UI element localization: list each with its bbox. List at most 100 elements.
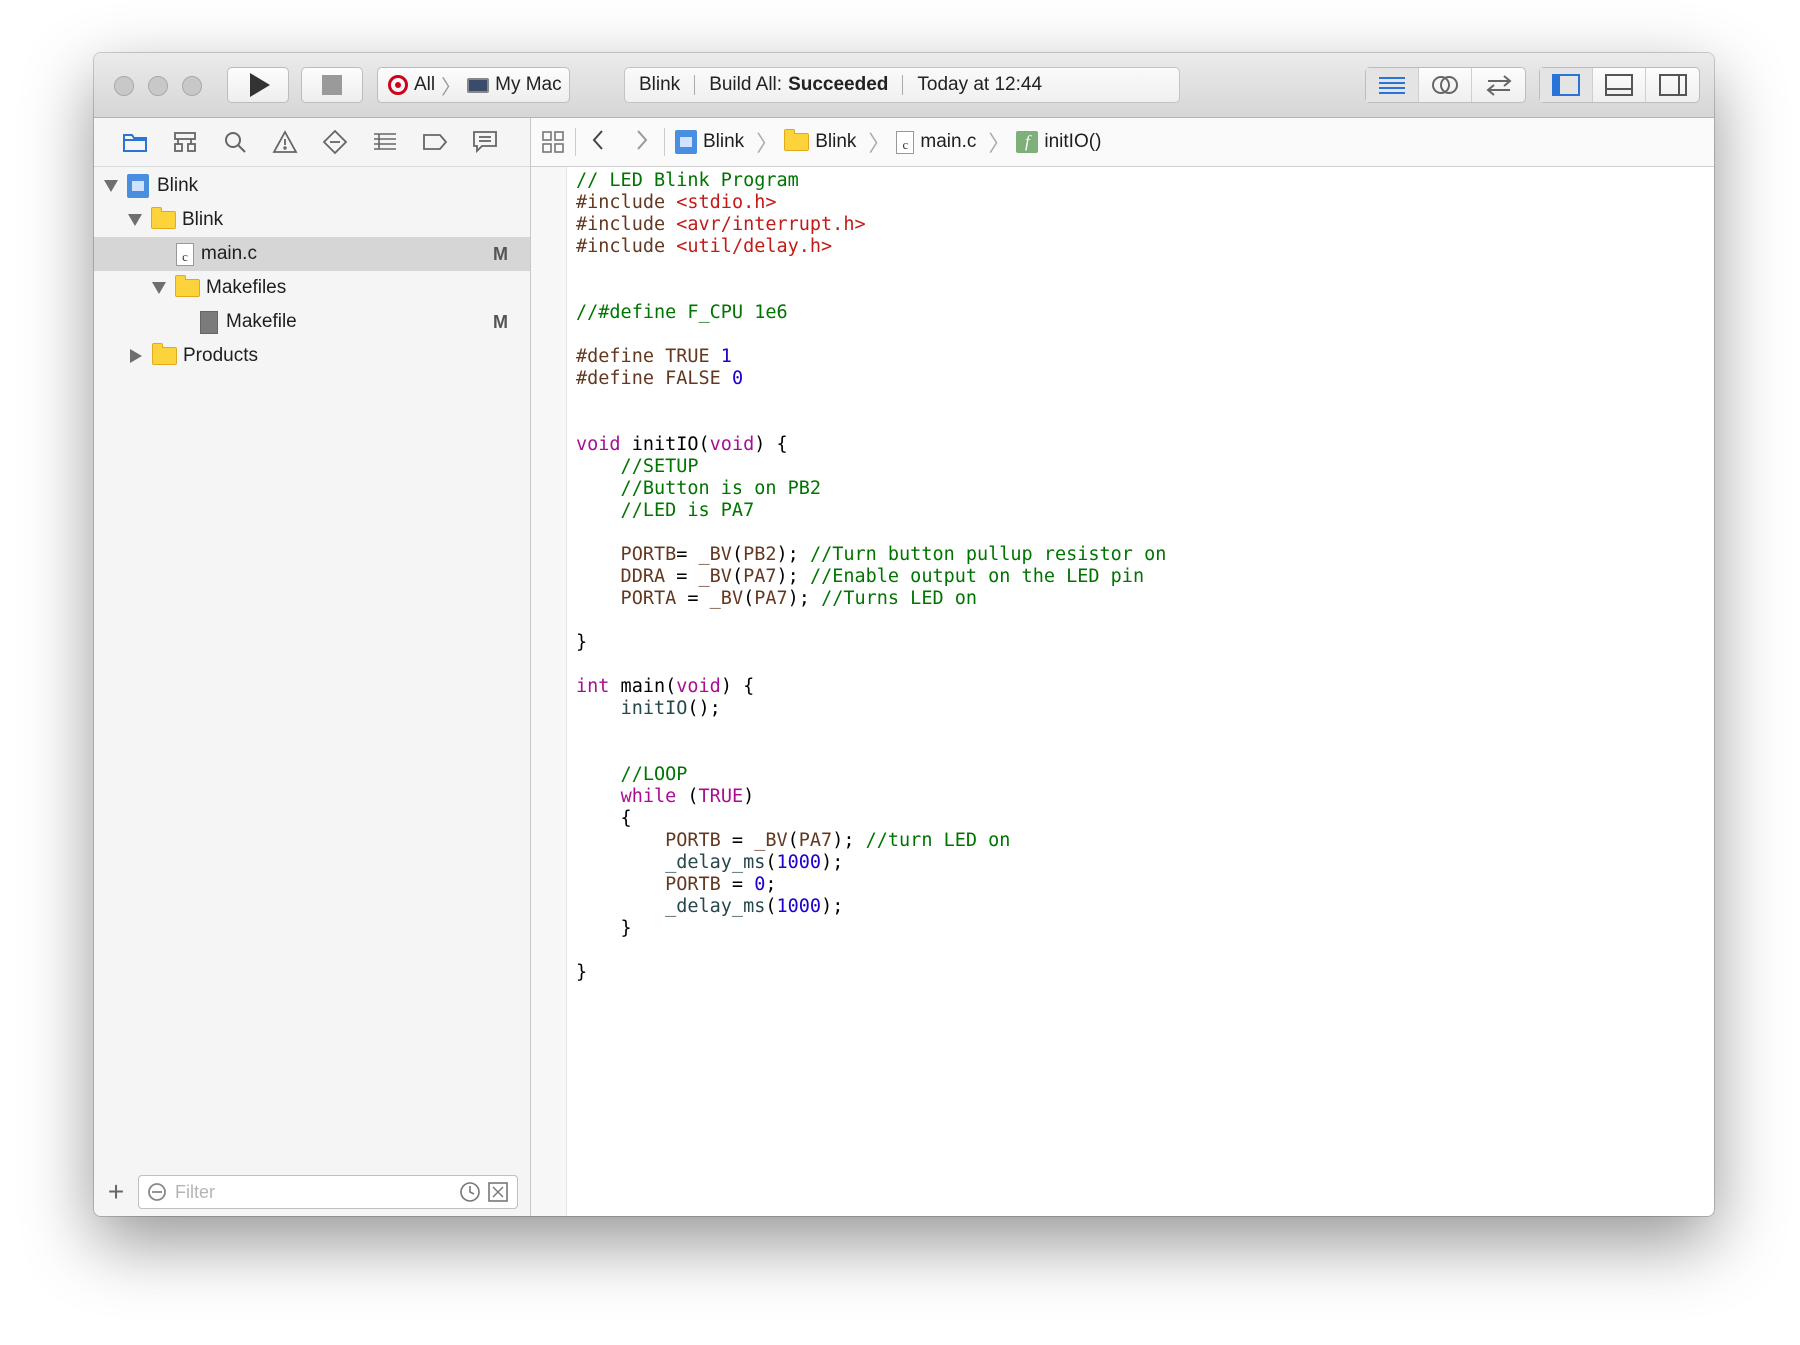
version-editor-button[interactable]	[1472, 68, 1525, 102]
filter-circle-icon	[148, 1183, 166, 1201]
code-line[interactable]	[576, 742, 1166, 764]
code-line[interactable]: //SETUP	[576, 456, 1166, 478]
code-line[interactable]: // LED Blink Program	[576, 170, 1166, 192]
add-file-button[interactable]: +	[94, 1176, 138, 1208]
code-token-comment: //Button is on PB2	[576, 478, 822, 499]
code-line[interactable]	[576, 258, 1166, 280]
tree-item-group-blink[interactable]: Blink	[94, 203, 530, 237]
code-token-number: 1	[720, 346, 732, 367]
diamond-minus-icon	[322, 129, 348, 155]
code-line[interactable]: #include <util/delay.h>	[576, 236, 1166, 258]
code-line[interactable]: }	[576, 632, 1166, 654]
forward-button[interactable]	[620, 127, 664, 158]
standard-editor-button[interactable]	[1366, 68, 1419, 102]
tree-item-project[interactable]: Blink	[94, 169, 530, 203]
close-window-button[interactable]	[114, 76, 134, 96]
test-navigator-tab[interactable]	[310, 118, 360, 166]
disclosure-triangle-icon[interactable]	[128, 214, 142, 226]
code-line[interactable]: PORTB = 0;	[576, 874, 1166, 896]
navigator-filter-bar: +	[94, 1168, 530, 1216]
toggle-utilities-button[interactable]	[1646, 68, 1699, 102]
code-line[interactable]: {	[576, 808, 1166, 830]
assistant-editor-button[interactable]	[1419, 68, 1472, 102]
zoom-window-button[interactable]	[182, 76, 202, 96]
grid-icon	[542, 131, 564, 153]
code-token-macro: _BV	[698, 566, 732, 587]
toggle-navigator-button[interactable]	[1540, 68, 1593, 102]
related-items-button[interactable]	[531, 131, 575, 153]
code-line[interactable]: //Button is on PB2	[576, 478, 1166, 500]
stop-button[interactable]	[301, 67, 363, 103]
code-line[interactable]: PORTB = _BV(PA7); //turn LED on	[576, 830, 1166, 852]
code-line[interactable]: initIO();	[576, 698, 1166, 720]
code-line[interactable]: //LED is PA7	[576, 500, 1166, 522]
code-line[interactable]: PORTA = _BV(PA7); //Turns LED on	[576, 588, 1166, 610]
toggle-debug-area-button[interactable]	[1593, 68, 1646, 102]
back-button[interactable]	[576, 127, 620, 158]
editor-gutter[interactable]	[531, 167, 567, 1216]
code-line[interactable]	[576, 610, 1166, 632]
breadcrumb-file[interactable]: main.c	[920, 131, 976, 153]
code-line[interactable]	[576, 280, 1166, 302]
code-line[interactable]	[576, 522, 1166, 544]
report-navigator-tab[interactable]	[460, 118, 510, 166]
code-line[interactable]: }	[576, 918, 1166, 940]
code-line[interactable]: //#define F_CPU 1e6	[576, 302, 1166, 324]
find-navigator-tab[interactable]	[210, 118, 260, 166]
source-control-filter-icon[interactable]	[487, 1181, 509, 1203]
code-token-function: initIO	[620, 698, 688, 719]
code-line[interactable]: void initIO(void) {	[576, 434, 1166, 456]
code-line[interactable]: DDRA = _BV(PA7); //Enable output on the …	[576, 566, 1166, 588]
code-token-macro: PB2	[743, 544, 777, 565]
code-token-number: 0	[754, 874, 766, 895]
disclosure-triangle-icon[interactable]	[104, 180, 118, 192]
code-line[interactable]: _delay_ms(1000);	[576, 852, 1166, 874]
tree-item-main-c[interactable]: c main.c M	[94, 237, 530, 271]
code-line[interactable]	[576, 940, 1166, 962]
code-token-plain: =	[720, 874, 755, 895]
code-token-plain: (	[743, 588, 755, 609]
code-line[interactable]: #include <stdio.h>	[576, 192, 1166, 214]
symbol-navigator-tab[interactable]	[160, 118, 210, 166]
scheme-selector[interactable]: All 〉 My Mac	[377, 67, 570, 103]
code-text-area[interactable]: // LED Blink Program #include <stdio.h> #i…	[576, 170, 1166, 984]
tree-item-makefile[interactable]: Makefile M	[94, 305, 530, 339]
code-token-plain: main(	[609, 676, 677, 697]
code-token-plain: );	[776, 544, 810, 565]
breadcrumb-group[interactable]: Blink	[815, 131, 856, 153]
issue-navigator-tab[interactable]	[260, 118, 310, 166]
code-line[interactable]: //LOOP	[576, 764, 1166, 786]
minimize-window-button[interactable]	[148, 76, 168, 96]
recent-files-clock-icon[interactable]	[459, 1181, 481, 1203]
code-line[interactable]: PORTB= _BV(PB2); //Turn button pullup re…	[576, 544, 1167, 566]
project-navigator-tab[interactable]	[110, 118, 160, 166]
code-line[interactable]: #define FALSE 0	[576, 368, 1166, 390]
code-line[interactable]: _delay_ms(1000);	[576, 896, 1166, 918]
breadcrumb-project[interactable]: Blink	[703, 131, 744, 153]
code-token-plain: ();	[687, 698, 721, 719]
code-line[interactable]: #include <avr/interrupt.h>	[576, 214, 1166, 236]
disclosure-triangle-icon[interactable]	[130, 349, 142, 363]
code-line[interactable]	[576, 324, 1166, 346]
tree-item-products[interactable]: Products	[94, 339, 530, 373]
code-line[interactable]	[576, 390, 1166, 412]
breadcrumb-function[interactable]: initIO()	[1044, 131, 1101, 153]
code-line[interactable]: #define TRUE 1	[576, 346, 1166, 368]
breadcrumb: Blink 〉 Blink 〉 c main.c 〉 f initIO()	[675, 126, 1101, 158]
tree-item-makefiles[interactable]: Makefiles	[94, 271, 530, 305]
align-lines-icon	[1379, 77, 1405, 94]
code-token-macro: #include	[576, 236, 677, 257]
code-line[interactable]: int main(void) {	[576, 676, 1166, 698]
code-line[interactable]	[576, 720, 1166, 742]
code-line[interactable]: }	[576, 962, 1166, 984]
breakpoint-navigator-tab[interactable]	[410, 118, 460, 166]
disclosure-triangle-icon[interactable]	[152, 282, 166, 294]
filter-input[interactable]	[173, 1180, 447, 1204]
code-line[interactable]	[576, 654, 1166, 676]
code-line[interactable]	[576, 412, 1166, 434]
run-button[interactable]	[227, 67, 289, 103]
code-token-plain: );	[787, 588, 822, 609]
debug-navigator-tab[interactable]	[360, 118, 410, 166]
code-token-comment: //turn LED on	[865, 830, 1011, 851]
code-line[interactable]: while (TRUE)	[576, 786, 1166, 808]
